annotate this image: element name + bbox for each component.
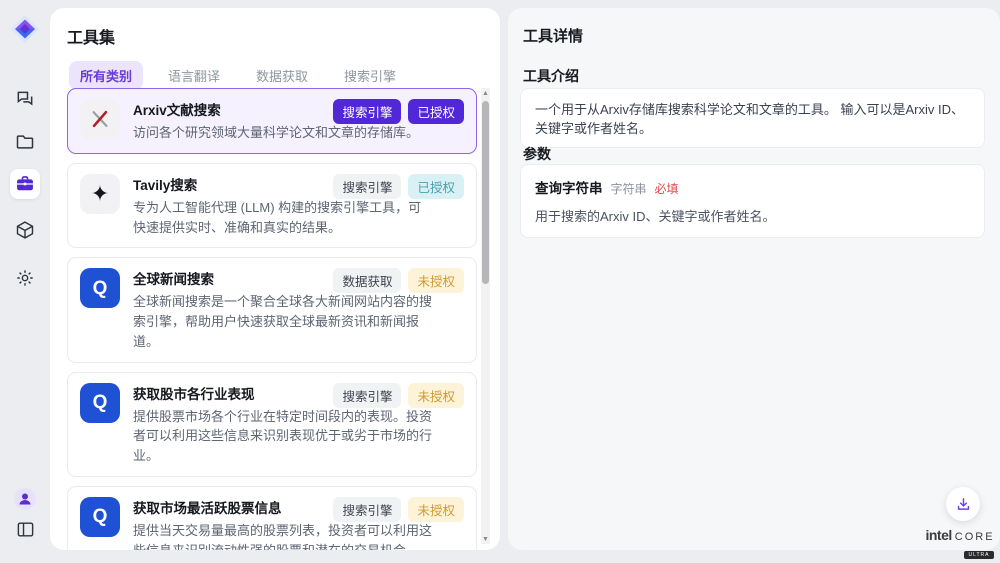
blueq-icon: Q (80, 497, 120, 537)
param-type: 字符串 (611, 180, 647, 197)
param-box: 查询字符串 字符串 必填 用于搜索的Arxiv ID、关键字或作者姓名。 (520, 164, 985, 238)
tool-desc: 专为人工智能代理 (LLM) 构建的搜索引擎工具，可快速提供实时、准确和真实的结… (133, 198, 433, 238)
tool-card[interactable]: Q获取市场最活跃股票信息提供当天交易量最高的股票列表，投资者可以利用这些信息来识… (67, 486, 477, 550)
tab-搜索引擎[interactable]: 搜索引擎 (333, 61, 407, 90)
sidebar-item-tools[interactable] (10, 169, 40, 199)
tool-desc: 全球新闻搜索是一个聚合全球各大新闻网站内容的搜索引擎，帮助用户快速获取全球最新资… (133, 292, 433, 351)
params-heading: 参数 (523, 144, 551, 164)
cube-icon (15, 220, 35, 240)
auth-badge: 已授权 (408, 174, 464, 199)
intel-core-logo: intel CORE ULTRA (925, 527, 995, 561)
intro-box: 一个用于从Arxiv存储库搜索科学论文和文章的工具。 输入可以是Arxiv ID… (520, 88, 985, 148)
category-tabs: 所有类别语言翻译数据获取搜索引擎 (69, 61, 407, 90)
sidebar-item-chat[interactable] (10, 84, 40, 114)
download-icon (955, 496, 972, 513)
sidebar-item-settings[interactable] (10, 263, 40, 293)
page-title: 工具集 (67, 24, 115, 48)
scrollbar-thumb[interactable] (482, 101, 489, 284)
user-icon (13, 487, 37, 511)
tool-card[interactable]: Q全球新闻搜索全球新闻搜索是一个聚合全球各大新闻网站内容的搜索引擎，帮助用户快速… (67, 257, 477, 362)
tool-card[interactable]: Arxiv文献搜索访问各个研究领域大量科学论文和文章的存储库。搜索引擎已授权 (67, 88, 477, 154)
intro-text: 一个用于从Arxiv存储库搜索科学论文和文章的工具。 输入可以是Arxiv ID… (535, 102, 964, 136)
blueq-icon: Q (80, 383, 120, 423)
scroll-down-icon[interactable]: ▼ (481, 534, 490, 544)
tab-语言翻译[interactable]: 语言翻译 (157, 61, 231, 90)
scrollbar[interactable]: ▲ ▼ (481, 88, 490, 544)
category-badge: 搜索引擎 (333, 174, 401, 199)
tool-desc: 提供当天交易量最高的股票列表，投资者可以利用这些信息来识别流动性强的股票和潜在的… (133, 521, 433, 550)
auth-badge: 未授权 (408, 497, 464, 522)
panel-toggle-icon (16, 520, 35, 539)
tool-list: Arxiv文献搜索访问各个研究领域大量科学论文和文章的存储库。搜索引擎已授权 ✦T… (67, 88, 477, 550)
blueq-icon: Q (80, 268, 120, 308)
gem-logo-icon (10, 14, 40, 44)
sidebar-item-models[interactable] (10, 215, 40, 245)
tab-所有类别[interactable]: 所有类别 (69, 61, 143, 90)
user-avatar[interactable] (10, 484, 40, 514)
auth-badge: 未授权 (408, 268, 464, 293)
sidebar-item-files[interactable] (10, 127, 40, 157)
briefcase-icon (15, 174, 35, 194)
tool-desc: 提供股票市场各个行业在特定时间段内的表现。投资者可以利用这些信息来识别表现优于或… (133, 407, 433, 466)
auth-badge: 已授权 (408, 99, 464, 124)
arxiv-icon (80, 99, 120, 139)
sparkle-icon: ✦ (80, 174, 120, 214)
param-desc: 用于搜索的Arxiv ID、关键字或作者姓名。 (535, 206, 970, 225)
intro-heading: 工具介绍 (523, 66, 579, 86)
tab-数据获取[interactable]: 数据获取 (245, 61, 319, 90)
panel-toggle[interactable] (10, 514, 40, 544)
icon-sidebar (0, 0, 50, 563)
category-badge: 搜索引擎 (333, 497, 401, 522)
param-required-badge: 必填 (655, 180, 679, 197)
tool-desc: 访问各个研究领域大量科学论文和文章的存储库。 (133, 123, 433, 143)
core-wordmark: CORE (955, 531, 995, 543)
category-badge: 搜索引擎 (333, 383, 401, 408)
gear-icon (15, 268, 35, 288)
folder-icon (15, 132, 35, 152)
app-logo (10, 14, 40, 44)
tool-list-panel: 工具集 所有类别语言翻译数据获取搜索引擎 Arxiv文献搜索访问各个研究领域大量… (50, 8, 500, 550)
tool-card[interactable]: Q获取股市各行业表现提供股票市场各个行业在特定时间段内的表现。投资者可以利用这些… (67, 372, 477, 477)
intel-wordmark: intel (925, 527, 951, 543)
category-badge: 数据获取 (333, 268, 401, 293)
category-badge: 搜索引擎 (333, 99, 401, 124)
detail-title: 工具详情 (523, 25, 583, 46)
tool-card[interactable]: ✦Tavily搜索专为人工智能代理 (LLM) 构建的搜索引擎工具，可快速提供实… (67, 163, 477, 249)
param-name: 查询字符串 (535, 177, 603, 197)
ultra-badge: ULTRA (964, 551, 993, 559)
tool-detail-panel: 工具详情 工具介绍 一个用于从Arxiv存储库搜索科学论文和文章的工具。 输入可… (508, 8, 1000, 550)
chat-icon (15, 89, 35, 109)
scroll-up-icon[interactable]: ▲ (481, 88, 490, 98)
download-button[interactable] (946, 487, 980, 521)
auth-badge: 未授权 (408, 383, 464, 408)
